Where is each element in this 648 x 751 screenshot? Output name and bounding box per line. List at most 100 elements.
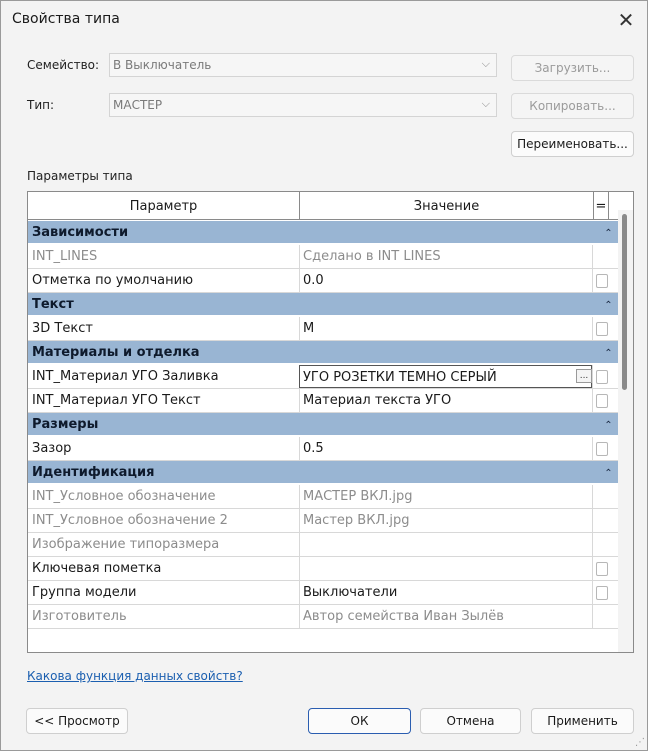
grid-rows: Зависимости ⌃ INT_LINES Сделано в INT LINES… [28,221,618,629]
column-header-value[interactable]: Значение [300,192,594,220]
collapse-group-icon[interactable]: ⌃ [599,293,618,317]
formula-checkbox[interactable] [596,562,608,576]
type-parameters-grid: Параметр Значение = Зависимости ⌃ INT_LINE… [27,191,634,653]
chevron-down-icon: ⌵ [481,57,490,70]
parameter-row[interactable]: Зазор 0.5 [28,437,618,461]
column-header-formula[interactable]: = [594,192,609,220]
help-link[interactable]: Какова функция данных свойств? [27,669,243,683]
load-button[interactable]: Загрузить... [511,55,634,81]
cancel-button[interactable]: Отмена [420,708,521,734]
parameter-name: Отметка по умолчанию [32,273,194,288]
browse-ellipsis-button[interactable]: ... [576,369,592,383]
type-select: МАСТЕР ⌵ [109,93,497,117]
parameter-value[interactable]: УГО РОЗЕТКИ ТЕМНО СЕРЫЙ [299,365,592,388]
parameter-name: Изображение типоразмера [32,537,220,552]
chevron-down-icon: ⌵ [481,97,490,110]
parameter-name: Зазор [32,441,72,456]
group-name: Текст [32,297,74,312]
formula-checkbox[interactable] [596,394,608,408]
column-divider [592,605,593,628]
parameter-value: Сделано в INT LINES [299,245,592,268]
parameter-row[interactable]: Ключевая пометка [28,557,618,581]
group-name: Материалы и отделка [32,345,200,360]
parameter-name: Ключевая пометка [32,561,162,576]
parameter-row[interactable]: 3D Текст М [28,317,618,341]
formula-checkbox[interactable] [596,586,608,600]
parameter-value[interactable]: Материал текста УГО [299,389,592,412]
parameter-value[interactable] [299,557,592,580]
column-divider [592,509,593,532]
duplicate-button[interactable]: Копировать... [511,93,634,119]
column-divider [592,365,593,388]
vertical-scrollbar[interactable] [618,210,633,652]
column-divider [592,245,593,268]
column-divider [592,317,593,340]
scrollbar-thumb[interactable] [622,214,627,390]
parameter-row[interactable]: INT_Материал УГО Текст Материал текста УГ… [28,389,618,413]
parameter-row[interactable]: INT_Условное обозначение МАСТЕР ВКЛ.jpg [28,485,618,509]
ok-button[interactable]: ОК [308,708,411,734]
type-parameters-caption: Параметры типа [27,169,133,183]
parameter-name: INT_LINES [32,249,98,264]
parameter-name: INT_Материал УГО Заливка [32,369,219,384]
rename-button[interactable]: Переименовать... [511,131,634,157]
column-divider [592,533,593,556]
parameter-name: Группа модели [32,585,137,600]
parameter-value[interactable]: 0.0 [299,269,592,292]
window-title: Свойства типа [12,11,120,27]
grid-header: Параметр Значение = [28,192,633,220]
parameter-name: INT_Условное обозначение [32,489,216,504]
parameter-value[interactable]: Выключатели [299,581,592,604]
formula-checkbox[interactable] [596,442,608,456]
formula-checkbox[interactable] [596,274,608,288]
group-name: Зависимости [32,225,129,240]
group-header[interactable]: Зависимости ⌃ [28,221,618,245]
parameter-name: INT_Материал УГО Текст [32,393,201,408]
family-value: В Выключатель [113,58,212,72]
parameter-value: Мастер ВКЛ.jpg [299,509,592,532]
group-header[interactable]: Материалы и отделка ⌃ [28,341,618,365]
resize-grip-icon[interactable]: ⋰ [635,737,645,748]
column-divider [592,389,593,412]
collapse-group-icon[interactable]: ⌃ [599,461,618,485]
column-header-parameter[interactable]: Параметр [28,192,300,220]
group-header[interactable]: Текст ⌃ [28,293,618,317]
collapse-group-icon[interactable]: ⌃ [599,413,618,437]
family-label: Семейство: [27,58,100,72]
formula-checkbox[interactable] [596,322,608,336]
parameter-value[interactable]: М [299,317,592,340]
apply-button[interactable]: Применить [531,708,634,734]
family-select: В Выключатель ⌵ [109,53,497,77]
column-divider [592,485,593,508]
type-label: Тип: [27,98,55,112]
type-value: МАСТЕР [113,98,163,112]
parameter-row[interactable]: INT_LINES Сделано в INT LINES [28,245,618,269]
close-icon[interactable]: ✕ [605,1,647,39]
parameter-name: 3D Текст [32,321,93,336]
parameter-row[interactable]: Изображение типоразмера [28,533,618,557]
parameter-row[interactable]: Отметка по умолчанию 0.0 [28,269,618,293]
group-name: Размеры [32,417,99,432]
group-header[interactable]: Идентификация ⌃ [28,461,618,485]
title-bar: Свойства типа ✕ [1,1,647,39]
group-header[interactable]: Размеры ⌃ [28,413,618,437]
parameter-value[interactable]: 0.5 [299,437,592,460]
column-divider [592,581,593,604]
collapse-group-icon[interactable]: ⌃ [599,341,618,365]
collapse-group-icon[interactable]: ⌃ [599,221,618,245]
parameter-row[interactable]: Изготовитель Автор семейства Иван Зылёв [28,605,618,629]
formula-checkbox[interactable] [596,370,608,384]
column-divider [592,269,593,292]
parameter-value: Автор семейства Иван Зылёв [299,605,592,628]
parameter-row[interactable]: Группа модели Выключатели [28,581,618,605]
column-divider [592,437,593,460]
parameter-name: Изготовитель [32,609,127,624]
column-divider [592,557,593,580]
parameter-name: INT_Условное обозначение 2 [32,513,228,528]
preview-button[interactable]: << Просмотр [26,708,128,734]
parameter-value: МАСТЕР ВКЛ.jpg [299,485,592,508]
parameter-value [299,533,592,556]
parameter-row[interactable]: INT_Материал УГО Заливка УГО РОЗЕТКИ ТЕМН… [28,365,618,389]
parameter-row[interactable]: INT_Условное обозначение 2 Мастер ВКЛ.jpg [28,509,618,533]
group-name: Идентификация [32,465,155,480]
